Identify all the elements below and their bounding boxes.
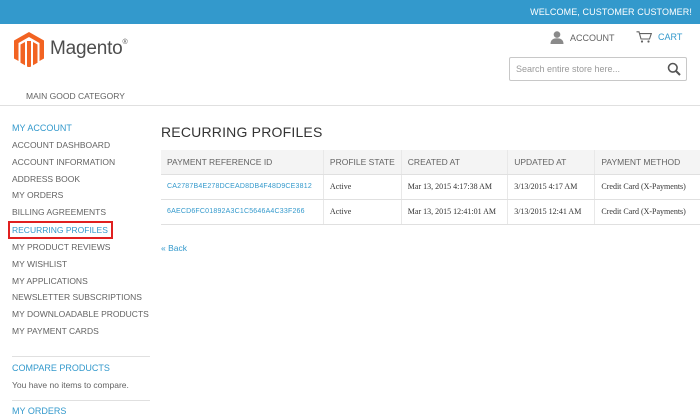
- table-row: CA2787B4E278DCEAD8DB4F48D9CE3812 Active …: [161, 174, 700, 200]
- payment-method-cell: Credit Card (X-Payments): [594, 174, 700, 200]
- top-bar: WELCOME, CUSTOMER CUSTOMER!: [0, 0, 700, 24]
- sidebar-item-account-information[interactable]: ACCOUNT INFORMATION: [12, 154, 152, 171]
- sidebar-item-newsletter-subscriptions[interactable]: NEWSLETTER SUBSCRIPTIONS: [12, 289, 152, 306]
- column-header-payment-method[interactable]: PAYMENT METHOD: [594, 150, 700, 175]
- profile-state-cell: Active: [322, 199, 402, 225]
- sidebar-item-my-wishlist[interactable]: MY WISHLIST: [12, 256, 152, 273]
- welcome-message: WELCOME, CUSTOMER CUSTOMER!: [530, 7, 692, 17]
- column-header-created-at[interactable]: CREATED AT: [400, 150, 508, 175]
- created-at-cell: Mar 13, 2015 4:17:38 AM: [400, 174, 508, 200]
- created-at-cell: Mar 13, 2015 12:41:01 AM: [400, 199, 508, 225]
- payment-reference-link[interactable]: 6AECD6FC01892A3C1C5646A4C33F266: [161, 199, 324, 225]
- nav-divider: [0, 105, 700, 106]
- recurring-profiles-table: PAYMENT REFERENCE ID PROFILE STATE CREAT…: [161, 150, 700, 225]
- sidebar-item-account-dashboard[interactable]: ACCOUNT DASHBOARD: [12, 137, 152, 154]
- page-title: RECURRING PROFILES: [161, 124, 323, 140]
- cart-link[interactable]: CART: [636, 31, 682, 43]
- my-account-heading: MY ACCOUNT: [12, 123, 72, 133]
- user-icon: [550, 31, 564, 44]
- compare-empty-text: You have no items to compare.: [12, 379, 129, 390]
- sidebar-divider: [12, 355, 150, 357]
- sidebar-item-my-payment-cards[interactable]: MY PAYMENT CARDS: [12, 323, 152, 340]
- profile-state-cell: Active: [322, 174, 402, 200]
- account-sidebar: MY ACCOUNT ACCOUNT DASHBOARD ACCOUNT INF…: [8, 120, 152, 416]
- cart-icon: [636, 31, 652, 43]
- search-box: [509, 57, 687, 81]
- updated-at-cell: 3/13/2015 12:41 AM: [507, 199, 595, 225]
- search-input[interactable]: [510, 58, 660, 80]
- my-orders-heading: MY ORDERS: [12, 405, 67, 416]
- account-label: ACCOUNT: [570, 32, 615, 43]
- updated-at-cell: 3/13/2015 4:17 AM: [507, 174, 595, 200]
- back-link[interactable]: « Back: [161, 243, 187, 253]
- column-header-payment-reference-id[interactable]: PAYMENT REFERENCE ID: [161, 150, 324, 175]
- sidebar-item-my-orders[interactable]: MY ORDERS: [12, 187, 152, 204]
- table-row: 6AECD6FC01892A3C1C5646A4C33F266 Active M…: [161, 199, 700, 225]
- payment-reference-link[interactable]: CA2787B4E278DCEAD8DB4F48D9CE3812: [161, 174, 324, 200]
- column-header-updated-at[interactable]: UPDATED AT: [507, 150, 595, 175]
- sidebar-item-my-downloadable-products[interactable]: MY DOWNLOADABLE PRODUCTS: [12, 306, 152, 323]
- magento-logo-icon: [14, 31, 44, 67]
- cart-label: CART: [658, 32, 683, 42]
- magento-logo[interactable]: Magento®: [14, 29, 128, 69]
- sidebar-item-my-product-reviews[interactable]: MY PRODUCT REVIEWS: [12, 239, 152, 256]
- payment-method-cell: Credit Card (X-Payments): [594, 199, 700, 225]
- table-header-row: PAYMENT REFERENCE ID PROFILE STATE CREAT…: [161, 150, 700, 175]
- sidebar-item-my-applications[interactable]: MY APPLICATIONS: [12, 273, 152, 290]
- sidebar-divider: [12, 399, 150, 401]
- sidebar-item-billing-agreements[interactable]: BILLING AGREEMENTS: [12, 204, 152, 221]
- search-icon[interactable]: [667, 62, 681, 76]
- account-link[interactable]: ACCOUNT: [550, 31, 615, 44]
- compare-products-heading: COMPARE PRODUCTS: [12, 362, 110, 373]
- sidebar-item-recurring-profiles[interactable]: RECURRING PROFILES: [8, 220, 113, 239]
- sidebar-item-address-book[interactable]: ADDRESS BOOK: [12, 171, 152, 188]
- column-header-profile-state[interactable]: PROFILE STATE: [322, 150, 402, 175]
- logo-wordmark: Magento®: [50, 38, 128, 59]
- nav-category-main-good[interactable]: MAIN GOOD CATEGORY: [26, 91, 125, 101]
